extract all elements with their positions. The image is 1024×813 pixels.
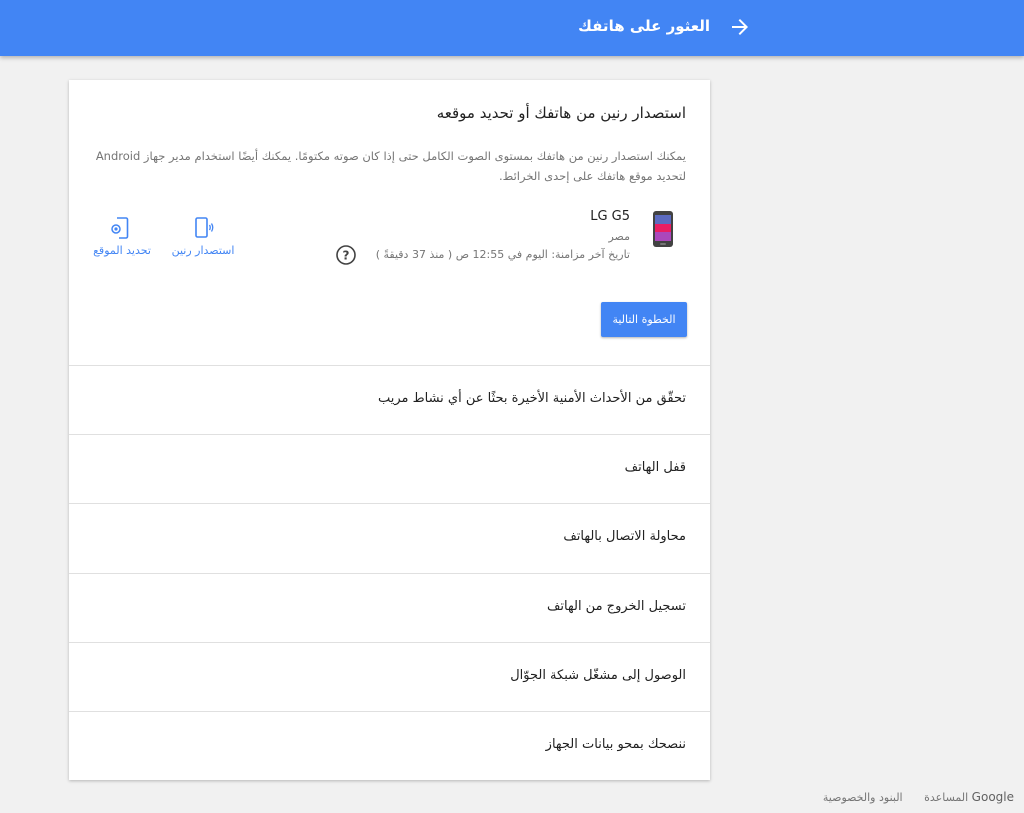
phone-device-icon xyxy=(653,211,673,247)
list-item-call-phone[interactable]: محاولة الاتصال بالهاتف xyxy=(69,503,710,573)
device-location: مصر xyxy=(608,230,630,243)
phone-ring-icon xyxy=(195,217,214,238)
list-item-label: تسجيل الخروج من الهاتف xyxy=(546,599,686,614)
list-item-security-events[interactable]: تحقّق من الأحداث الأمنية الأخيرة بحثًا ع… xyxy=(69,365,710,435)
list-item-label: قفل الهاتف xyxy=(624,460,686,475)
footer-help-link[interactable]: المساعدة xyxy=(924,791,968,804)
page-title: العثور على هاتفك xyxy=(578,17,710,35)
list-item-sign-out[interactable]: تسجيل الخروج من الهاتف xyxy=(69,573,710,643)
ring-action[interactable]: استصدار رنين xyxy=(165,216,241,257)
svg-text:?: ? xyxy=(343,249,350,263)
section-description: يمكنك استصدار رنين من هاتفك بمستوى الصوت… xyxy=(95,149,686,183)
next-step-button[interactable]: الخطوة التالية xyxy=(601,302,687,337)
locate-action-label: تحديد الموقع xyxy=(93,244,151,257)
ring-locate-section: استصدار رنين من هاتفك أو تحديد موقعه يمك… xyxy=(69,80,710,365)
top-app-bar: العثور على هاتفك xyxy=(0,0,1024,56)
help-circle-icon[interactable]: ? xyxy=(335,244,357,266)
google-logo: Google xyxy=(971,790,1014,804)
device-name: LG G5 xyxy=(590,209,630,224)
list-item-label: ننصحك بمحو بيانات الجهاز xyxy=(545,737,686,752)
main-card: استصدار رنين من هاتفك أو تحديد موقعه يمك… xyxy=(69,80,710,780)
list-item-label: محاولة الاتصال بالهاتف xyxy=(563,529,686,544)
section-title: استصدار رنين من هاتفك أو تحديد موقعه xyxy=(436,104,686,122)
list-item-lock-phone[interactable]: قفل الهاتف xyxy=(69,434,710,504)
footer-terms-link[interactable]: البنود والخصوصية xyxy=(823,791,903,804)
locate-action[interactable]: تحديد الموقع xyxy=(84,216,160,257)
footer: المساعدة البنود والخصوصية Google xyxy=(805,790,1014,806)
list-item-label: تحقّق من الأحداث الأمنية الأخيرة بحثًا ع… xyxy=(377,391,686,406)
device-last-sync: تاريخ آخر مزامنة: اليوم في 12:55 ص ( منذ… xyxy=(375,248,630,261)
arrow-right-icon[interactable] xyxy=(728,15,752,39)
list-item-erase-device[interactable]: ننصحك بمحو بيانات الجهاز xyxy=(69,711,710,781)
list-item-carrier[interactable]: الوصول إلى مشغّل شبكة الجوّال xyxy=(69,642,710,712)
ring-action-label: استصدار رنين xyxy=(171,244,235,257)
locate-device-icon xyxy=(111,217,129,239)
list-item-label: الوصول إلى مشغّل شبكة الجوّال xyxy=(510,668,686,683)
